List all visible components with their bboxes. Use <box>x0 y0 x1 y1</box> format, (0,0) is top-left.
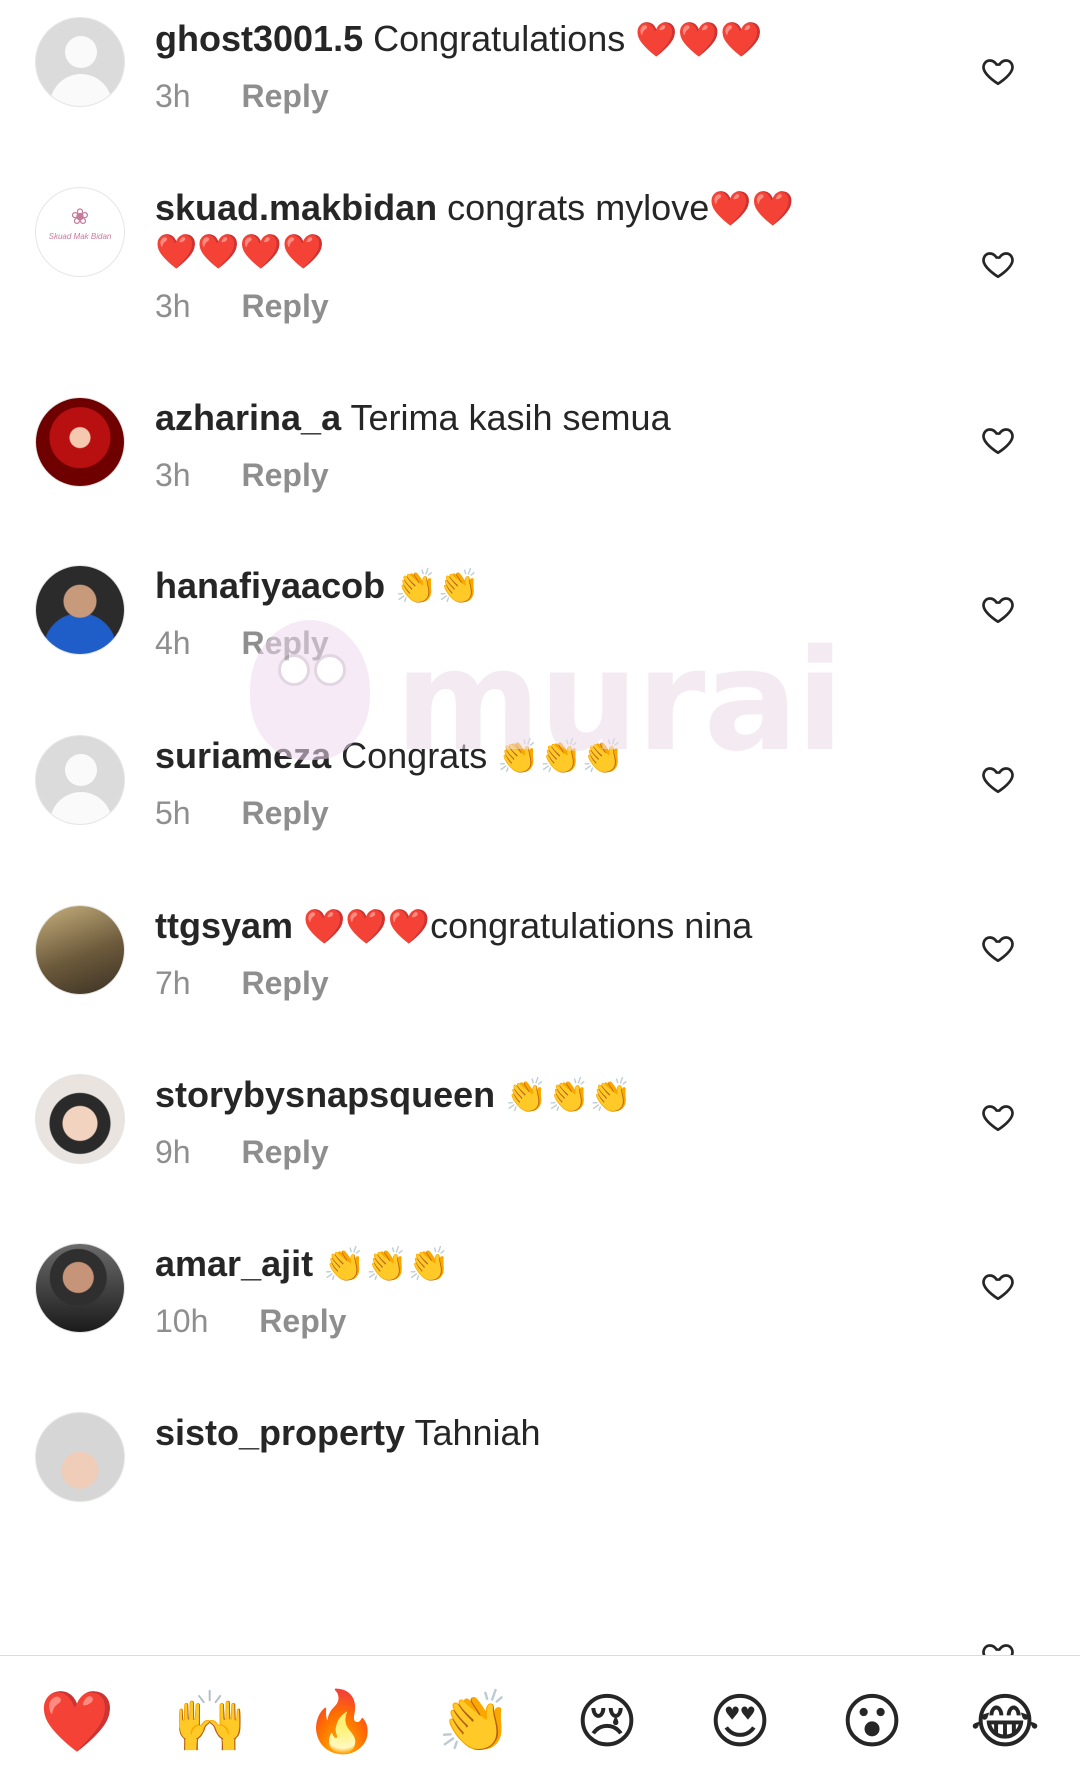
comment-username[interactable]: skuad.makbidan <box>155 187 437 228</box>
like-heart-icon[interactable] <box>980 930 1016 966</box>
comment-meta: 5h Reply <box>155 795 329 832</box>
comment-username[interactable]: sisto_property <box>155 1412 405 1453</box>
like-heart-icon[interactable] <box>980 53 1016 89</box>
comment-text: hanafiyaacob 👏👏 <box>155 565 835 608</box>
comment-body: Congratulations <box>373 18 626 59</box>
reply-button[interactable]: Reply <box>241 457 328 494</box>
comment-body: Terima kasih semua <box>350 397 671 438</box>
reaction-fire-icon[interactable]: 🔥 <box>302 1682 382 1762</box>
reaction-crying-icon[interactable]: 😢 <box>567 1682 647 1762</box>
avatar[interactable] <box>35 1243 125 1333</box>
reply-button[interactable]: Reply <box>241 795 328 832</box>
comment-time: 3h <box>155 288 191 324</box>
comment-username[interactable]: amar_ajit <box>155 1243 313 1284</box>
avatar[interactable] <box>35 1074 125 1164</box>
reply-button[interactable]: Reply <box>241 965 328 1002</box>
reaction-laughing-icon[interactable]: 😂 <box>965 1682 1045 1762</box>
avatar[interactable] <box>35 905 125 995</box>
comment-text: skuad.makbidan congrats mylove❤️❤️ ❤️❤️❤… <box>155 187 835 273</box>
reaction-heart-icon[interactable]: ❤️ <box>37 1682 117 1762</box>
comment-text: sisto_property Tahniah <box>155 1412 835 1454</box>
comment-username[interactable]: ttgsyam <box>155 905 293 946</box>
like-heart-icon[interactable] <box>980 422 1016 458</box>
like-heart-icon[interactable] <box>980 591 1016 627</box>
comment-username[interactable]: storybysnapsqueen <box>155 1074 495 1115</box>
comment-body: Congrats <box>341 735 488 776</box>
avatar[interactable] <box>35 565 125 655</box>
like-heart-icon[interactable] <box>980 1638 1016 1655</box>
comment-text: ghost3001.5 Congratulations ❤️❤️❤️ <box>155 18 835 61</box>
comment-text: storybysnapsqueen 👏👏👏 <box>155 1074 835 1117</box>
comment-body: Tahniah <box>414 1412 541 1453</box>
comment-time: 7h <box>155 965 191 1001</box>
comment-emoji: 👏👏👏 <box>323 1245 451 1285</box>
comment-time: 9h <box>155 1134 191 1170</box>
comment-meta: 9h Reply <box>155 1134 329 1171</box>
reaction-surprised-icon[interactable]: 😮 <box>832 1682 912 1762</box>
avatar[interactable] <box>35 187 125 277</box>
reaction-heart-eyes-icon[interactable]: 😍 <box>700 1682 780 1762</box>
avatar[interactable] <box>35 1412 125 1502</box>
comment-emoji-line2: ❤️❤️❤️❤️ <box>155 232 325 272</box>
like-heart-icon[interactable] <box>980 1268 1016 1304</box>
comment-emoji: ❤️❤️❤️ <box>635 20 763 60</box>
reply-button[interactable]: Reply <box>241 1134 328 1171</box>
comment-text: amar_ajit 👏👏👏 <box>155 1243 835 1286</box>
comment-time: 4h <box>155 625 191 661</box>
comment-text: azharina_a Terima kasih semua <box>155 397 835 439</box>
comment-meta: 3h Reply <box>155 78 329 115</box>
comment-body: congratulations nina <box>430 905 753 946</box>
reply-button[interactable]: Reply <box>259 1303 346 1340</box>
like-heart-icon[interactable] <box>980 1099 1016 1135</box>
comment-username[interactable]: ghost3001.5 <box>155 18 363 59</box>
reply-button[interactable]: Reply <box>241 78 328 115</box>
comment-emoji: ❤️❤️ <box>709 189 794 229</box>
comments-list[interactable]: ghost3001.5 Congratulations ❤️❤️❤️ 3h Re… <box>0 0 1080 1655</box>
avatar[interactable] <box>35 735 125 825</box>
comment-time: 3h <box>155 457 191 493</box>
comment-text: ttgsyam ❤️❤️❤️congratulations nina <box>155 905 835 948</box>
like-heart-icon[interactable] <box>980 246 1016 282</box>
comment-time: 10h <box>155 1303 209 1339</box>
comment-body: congrats mylove <box>447 187 710 228</box>
comment-username[interactable]: hanafiyaacob <box>155 565 385 606</box>
reply-button[interactable]: Reply <box>241 288 328 325</box>
comment-meta: 3h Reply <box>155 457 329 494</box>
reaction-raised-hands-icon[interactable]: 🙌 <box>170 1682 250 1762</box>
reply-button[interactable]: Reply <box>241 625 328 662</box>
comment-username[interactable]: azharina_a <box>155 397 341 438</box>
comment-meta: 4h Reply <box>155 625 329 662</box>
like-heart-icon[interactable] <box>980 761 1016 797</box>
reaction-clap-icon[interactable]: 👏 <box>435 1682 515 1762</box>
comment-text: suriameza Congrats 👏👏👏 <box>155 735 835 778</box>
comment-time: 3h <box>155 78 191 114</box>
comment-emoji: 👏👏 <box>395 567 480 607</box>
comment-emoji: 👏👏👏 <box>505 1076 633 1116</box>
comment-meta: 7h Reply <box>155 965 329 1002</box>
comment-username[interactable]: suriameza <box>155 735 331 776</box>
avatar[interactable] <box>35 17 125 107</box>
avatar[interactable] <box>35 397 125 487</box>
comment-meta: 10h Reply <box>155 1303 346 1340</box>
emoji-reaction-bar: ❤️ 🙌 🔥 👏 😢 😍 😮 😂 <box>0 1656 1080 1787</box>
comment-emoji: 👏👏👏 <box>497 737 625 777</box>
comment-emoji: ❤️❤️❤️ <box>303 907 431 947</box>
comment-time: 5h <box>155 795 191 831</box>
comment-meta: 3h Reply <box>155 288 329 325</box>
